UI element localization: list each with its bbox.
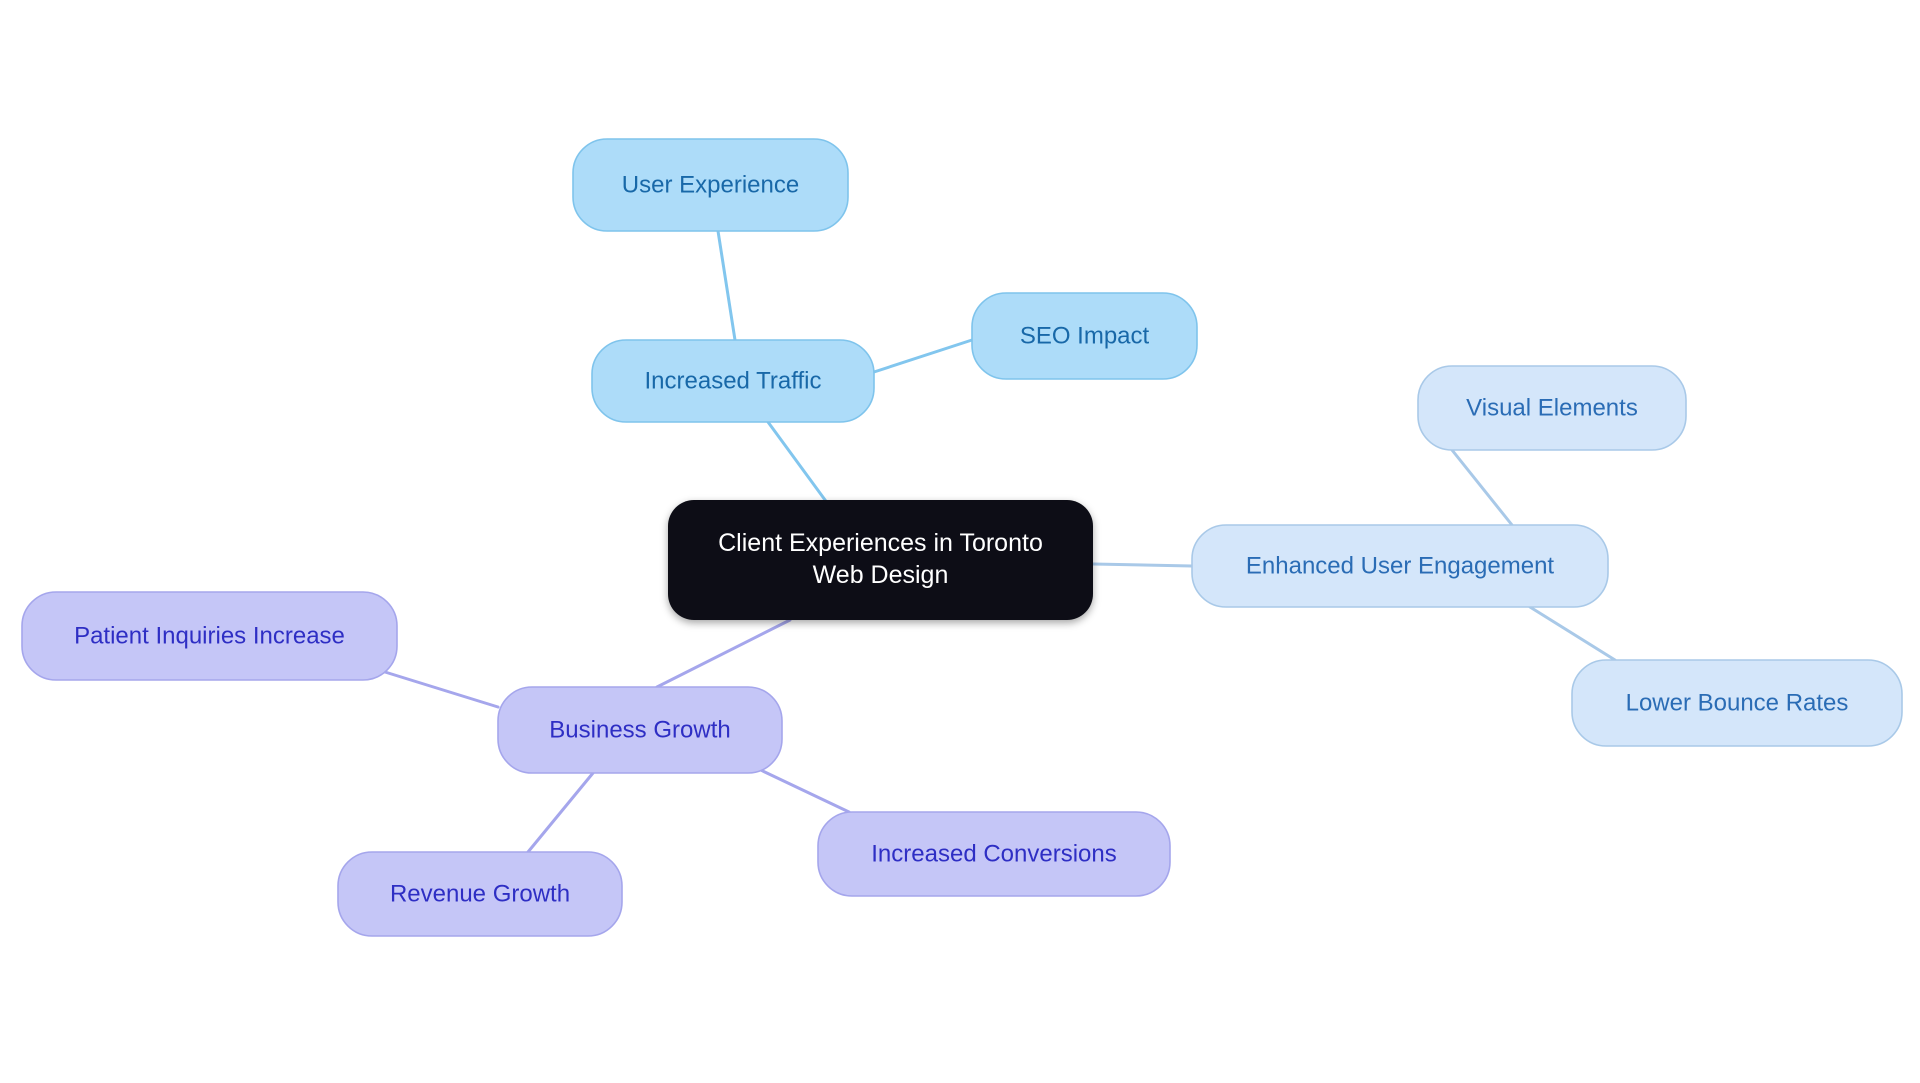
node-label-increased-conversions: Increased Conversions — [871, 840, 1116, 867]
central-node-label-line: Web Design — [813, 561, 949, 589]
mindmap-node-increased-traffic[interactable]: Increased Traffic — [591, 339, 875, 423]
mindmap-node-patient-inquiries-increase[interactable]: Patient Inquiries Increase — [21, 591, 398, 681]
mindmap-node-enhanced-user-engagement[interactable]: Enhanced User Engagement — [1191, 524, 1609, 608]
central-node[interactable]: Client Experiences in Toronto Web Design — [668, 500, 1093, 620]
node-label-visual-elements: Visual Elements — [1466, 394, 1638, 421]
mindmap-node-visual-elements[interactable]: Visual Elements — [1417, 365, 1687, 451]
node-label-enhanced-user-engagement: Enhanced User Engagement — [1246, 552, 1555, 579]
node-label-user-experience: User Experience — [622, 171, 799, 198]
central-node-label-line: Client Experiences in Toronto — [718, 529, 1043, 557]
mindmap-canvas-container: Client Experiences in Toronto Web Design I… — [0, 0, 1920, 1083]
mindmap-node-revenue-growth[interactable]: Revenue Growth — [337, 851, 623, 937]
mindmap-edge-central-to-enhanced-user-engagement — [1091, 562, 1194, 568]
mindmap-svg: Client Experiences in Toronto Web Design I… — [0, 0, 1920, 1083]
mindmap-node-user-experience[interactable]: User Experience — [572, 138, 849, 232]
node-label-seo-impact: SEO Impact — [1020, 322, 1150, 349]
mindmap-node-increased-conversions[interactable]: Increased Conversions — [817, 811, 1171, 897]
node-label-increased-traffic: Increased Traffic — [645, 367, 822, 394]
mindmap-node-business-growth[interactable]: Business Growth — [497, 686, 783, 774]
mindmap-node-lower-bounce-rates[interactable]: Lower Bounce Rates — [1571, 659, 1903, 747]
node-label-revenue-growth: Revenue Growth — [390, 880, 570, 907]
node-label-business-growth: Business Growth — [549, 716, 730, 743]
node-label-patient-inquiries-increase: Patient Inquiries Increase — [74, 622, 345, 649]
node-label-lower-bounce-rates: Lower Bounce Rates — [1626, 689, 1849, 716]
mindmap-node-seo-impact[interactable]: SEO Impact — [971, 292, 1198, 380]
